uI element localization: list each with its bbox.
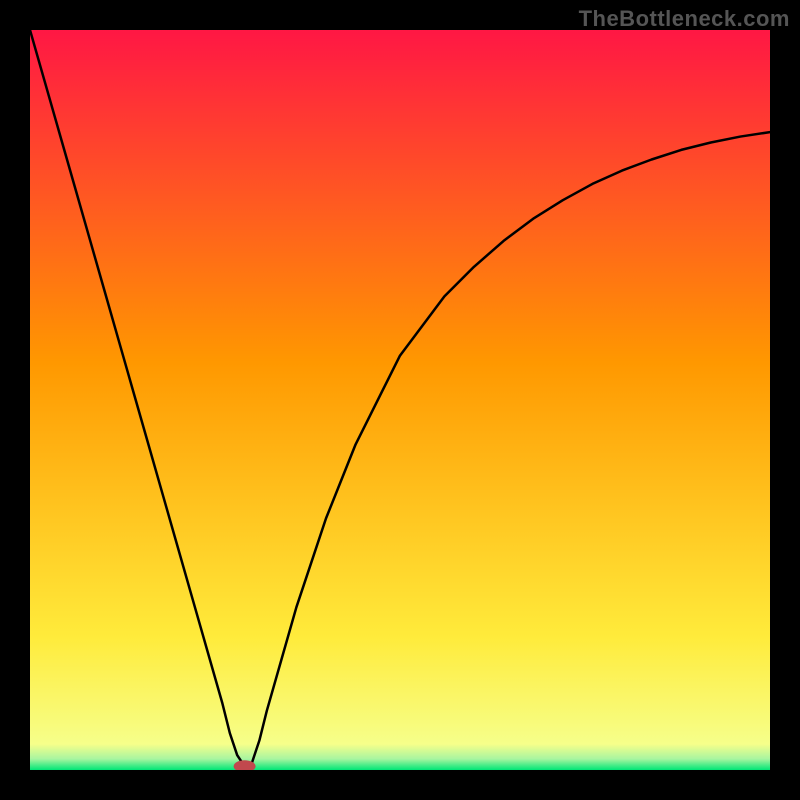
chart-frame: TheBottleneck.com	[0, 0, 800, 800]
chart-plot	[30, 30, 770, 770]
watermark-text: TheBottleneck.com	[579, 6, 790, 32]
chart-background	[30, 30, 770, 770]
